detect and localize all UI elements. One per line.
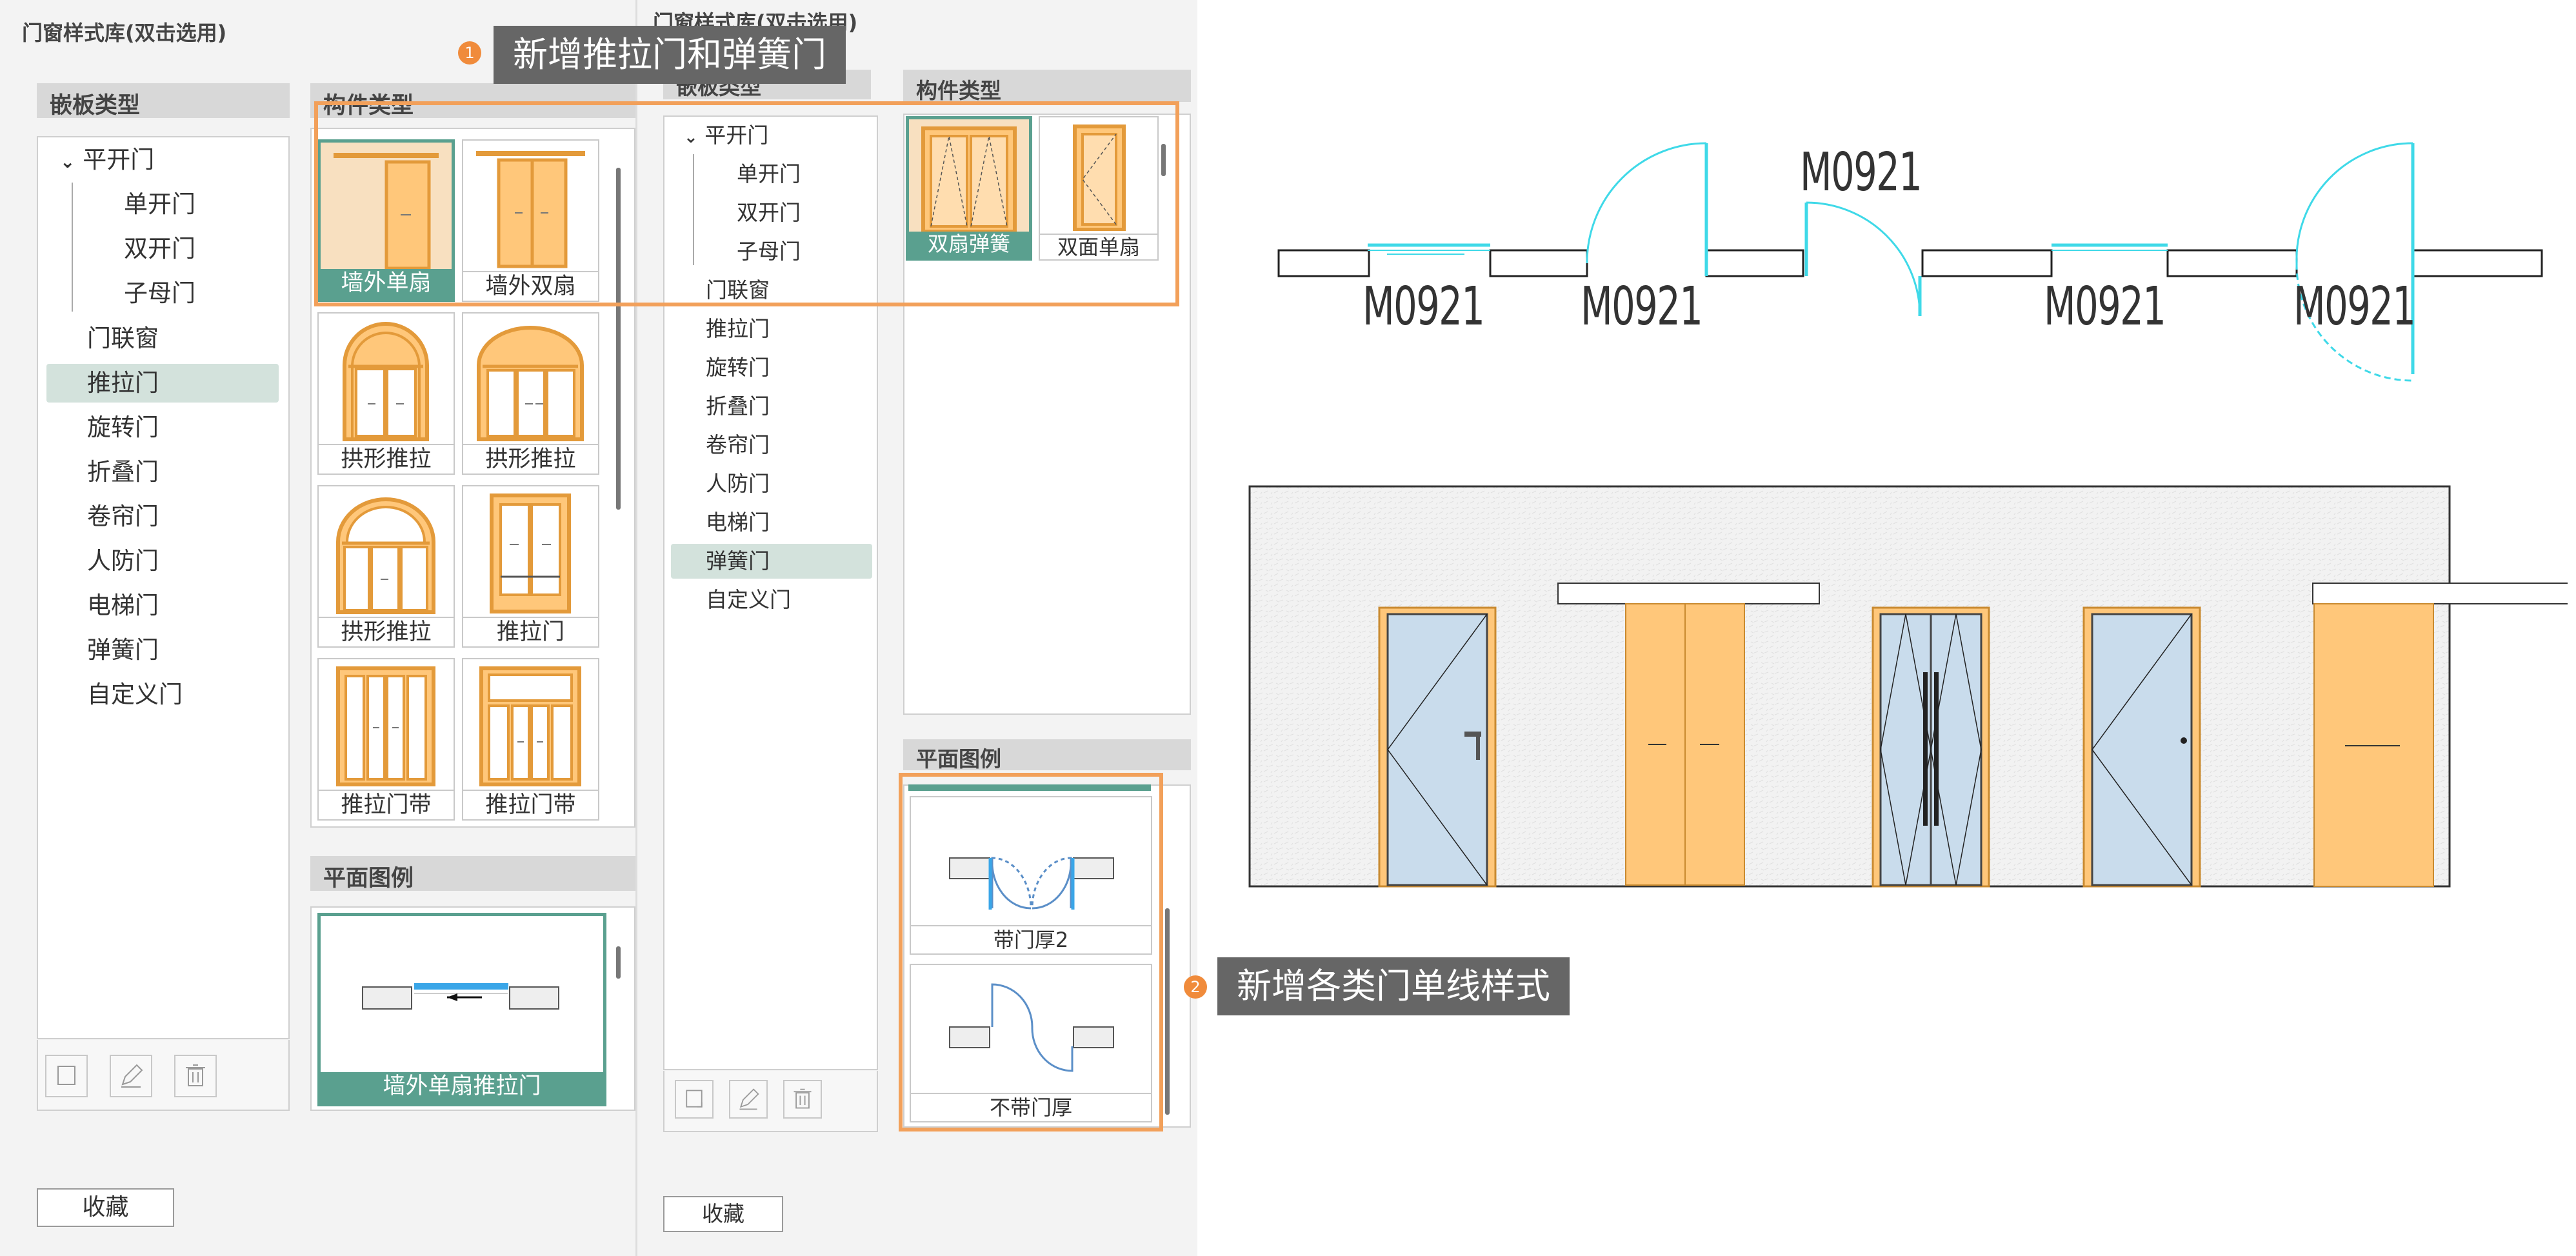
new-button[interactable] <box>45 1055 88 1097</box>
tree-item-custom-door[interactable]: 自定义门 <box>706 583 791 617</box>
tree-item-civil-defense-door[interactable]: 人防门 <box>87 542 159 581</box>
tree-item-double-door[interactable]: 双开门 <box>124 230 195 268</box>
tree-item-folding-door[interactable]: 折叠门 <box>87 453 159 492</box>
tree-item-sliding-door[interactable]: 推拉门 <box>46 364 279 403</box>
tile-caption: 推拉门 <box>463 617 598 646</box>
legend-caption: 墙外单扇推拉门 <box>321 1072 603 1103</box>
inlay-type-header: 嵌板类型 <box>37 83 290 118</box>
plan-label-4: M0921 <box>2293 276 2416 337</box>
favorite-button[interactable]: 收藏 <box>663 1196 783 1232</box>
tree-item-custom-door[interactable]: 自定义门 <box>87 675 183 714</box>
dialog-title: 门窗样式库(双击选用) <box>22 21 227 45</box>
tree-item-door-window[interactable]: 门联窗 <box>87 319 159 358</box>
tree-item-spring-door[interactable]: 弹簧门 <box>671 544 872 579</box>
callout-new-single-line-styles: 新增各类门单线样式 <box>1217 957 1570 1015</box>
arched-sliding-thumbnail <box>343 322 429 441</box>
plan-label-3: M0921 <box>2044 276 2166 337</box>
plan-legend-header: 平面图例 <box>310 856 635 891</box>
plan-label-1: M0921 <box>1363 276 1485 337</box>
elevation-view-svg <box>1248 485 2575 888</box>
arched-sliding-thumbnail <box>336 497 435 614</box>
tile-sliding-door-with-2[interactable]: 推拉门带 <box>462 658 599 821</box>
tile-caption: 推拉门带 <box>463 790 598 819</box>
tree-item-elevator-door[interactable]: 电梯门 <box>706 505 770 540</box>
plan-legend-header: 平面图例 <box>903 739 1191 770</box>
tree-item-sliding-door[interactable]: 推拉门 <box>706 312 770 346</box>
sliding-door-with-thumbnail <box>479 666 581 786</box>
chevron-down-icon[interactable]: ⌄ <box>60 151 75 172</box>
callout-badge-1: 1 <box>458 41 481 65</box>
elevation-drawing <box>1248 485 2575 892</box>
tile-sliding-door[interactable]: 推拉门 <box>462 485 599 648</box>
inlay-type-tree: ⌄ 平开门 单开门 双开门 子母门 门联窗 推拉门 旋转门 折叠门 卷帘门 人防… <box>37 136 290 1042</box>
new-icon <box>57 1066 75 1085</box>
plan-drawing: M0921 M0921 M0921 M0921 M0921 <box>1271 116 2555 419</box>
new-icon <box>686 1090 703 1108</box>
sliding-plan-thumbnail <box>362 983 559 1010</box>
arched-sliding-thumbnail <box>477 326 584 441</box>
sliding-door-thumbnail <box>490 493 571 613</box>
legend-scrollbar[interactable] <box>616 946 621 979</box>
legend-scrollbar[interactable] <box>1165 908 1170 1115</box>
highlight-component-row <box>314 101 1179 306</box>
favorite-button[interactable]: 收藏 <box>37 1188 174 1227</box>
tile-caption: 推拉门带 <box>319 790 454 819</box>
tile-arched-sliding-2[interactable]: 拱形推拉 <box>462 312 599 475</box>
delete-icon <box>186 1064 205 1086</box>
tile-caption: 拱形推拉 <box>319 444 454 473</box>
tree-item-rolling-door[interactable]: 卷帘门 <box>706 428 770 463</box>
callout-new-sliding-spring: 新增推拉门和弹簧门 <box>494 26 846 84</box>
tree-item-swing-door[interactable]: ⌄ 平开门 <box>60 141 154 181</box>
plan-label-2: M0921 <box>1581 276 1703 337</box>
tree-item-revolving-door[interactable]: 旋转门 <box>87 408 159 447</box>
edit-button[interactable] <box>729 1080 768 1119</box>
tree-item-revolving-door[interactable]: 旋转门 <box>706 350 770 385</box>
highlight-legend-area <box>899 773 1163 1131</box>
tree-item-mother-son-door[interactable]: 子母门 <box>124 274 195 313</box>
component-type-header: 构件类型 <box>903 70 1191 102</box>
tree-item-elevator-door[interactable]: 电梯门 <box>87 586 159 625</box>
tile-caption: 拱形推拉 <box>319 617 454 646</box>
tile-arched-sliding-3[interactable]: 拱形推拉 <box>317 485 455 648</box>
legend-tile-wall-single-sliding[interactable]: 墙外单扇推拉门 <box>317 913 606 1106</box>
tree-item-single-door[interactable]: 单开门 <box>124 185 195 224</box>
delete-button[interactable] <box>783 1080 822 1119</box>
plan-legend-area: 墙外单扇推拉门 <box>310 906 635 1111</box>
tree-guide-line <box>72 183 73 312</box>
tree-item-civil-defense-door[interactable]: 人防门 <box>706 466 770 501</box>
edit-button[interactable] <box>110 1055 152 1097</box>
tile-sliding-door-with-1[interactable]: 推拉门带 <box>317 658 455 821</box>
delete-icon <box>794 1088 812 1109</box>
tile-arched-sliding-1[interactable]: 拱形推拉 <box>317 312 455 475</box>
tree-item-rolling-door[interactable]: 卷帘门 <box>87 497 159 536</box>
new-button[interactable] <box>675 1080 714 1119</box>
tree-item-folding-door[interactable]: 折叠门 <box>706 389 770 424</box>
plan-label-top: M0921 <box>1800 142 1922 203</box>
edit-icon <box>739 1088 759 1110</box>
delete-button[interactable] <box>174 1055 217 1097</box>
tree-item-spring-door[interactable]: 弹簧门 <box>87 631 159 670</box>
sliding-door-with-thumbnail <box>336 666 435 786</box>
tile-caption: 拱形推拉 <box>463 444 598 473</box>
edit-icon <box>121 1064 143 1088</box>
callout-badge-2: 2 <box>1184 975 1207 999</box>
